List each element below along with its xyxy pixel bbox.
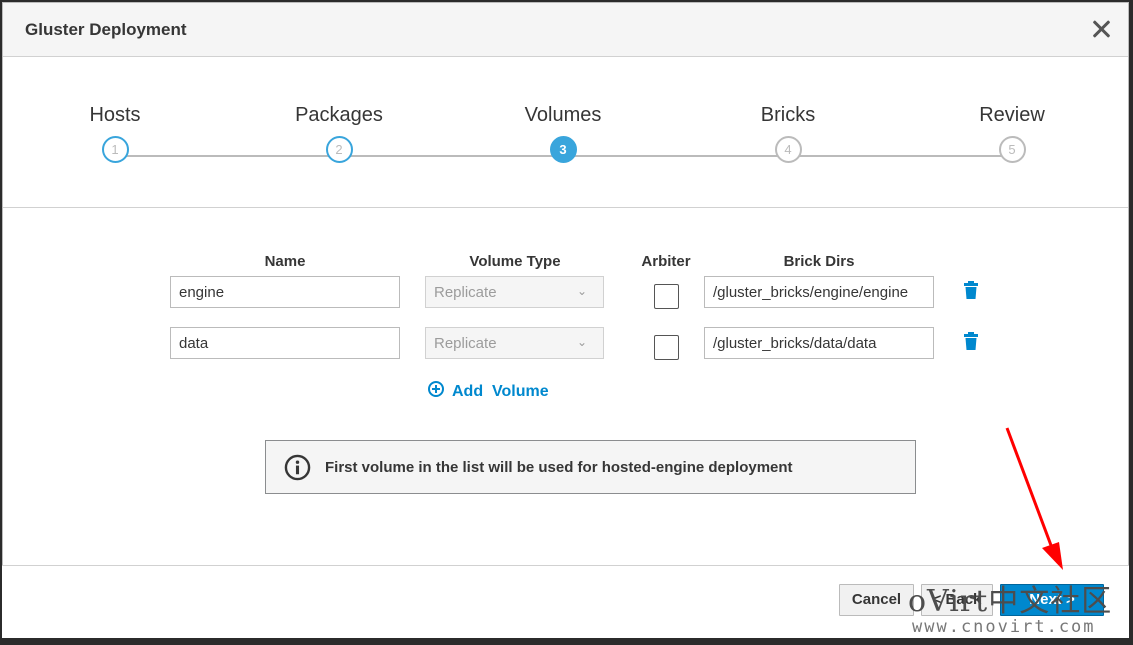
- step-hosts[interactable]: Hosts 1: [45, 57, 185, 163]
- step-number: 5: [998, 136, 1026, 163]
- step-number: 2: [325, 136, 353, 163]
- watermark-brand: oVirt中文社区: [908, 584, 1113, 619]
- dialog-title: Gluster Deployment: [25, 20, 187, 39]
- info-icon: [284, 454, 311, 481]
- volume-type-value: Replicate: [434, 284, 497, 301]
- chevron-down-icon: ⌄: [576, 335, 587, 349]
- step-number: 4: [774, 136, 802, 163]
- brick-dir-input[interactable]: /gluster_bricks/engine/engine: [704, 276, 934, 308]
- volume-name-input[interactable]: engine: [170, 276, 400, 308]
- arbiter-checkbox[interactable]: [654, 335, 679, 360]
- step-number: 1: [101, 136, 129, 163]
- trash-icon[interactable]: [964, 332, 978, 350]
- add-volume-link[interactable]: Add Volume: [428, 381, 549, 401]
- wizard-steps: Hosts 1 Packages 2 Volumes 3 Bricks 4 Re…: [3, 57, 1128, 208]
- step-label: Bricks: [760, 104, 816, 126]
- chevron-down-icon: ⌄: [576, 284, 587, 298]
- volume-name-input[interactable]: data: [170, 327, 400, 359]
- volume-type-value: Replicate: [434, 335, 497, 352]
- column-header-volume-type: Volume Type: [469, 253, 561, 270]
- arbiter-checkbox[interactable]: [654, 284, 679, 309]
- gluster-deployment-dialog: Gluster Deployment Hosts 1 Packages 2 Vo…: [2, 2, 1129, 638]
- watermark-url: www.cnovirt.com: [912, 617, 1096, 637]
- dialog-header: Gluster Deployment: [3, 3, 1128, 57]
- info-alert: First volume in the list will be used fo…: [265, 440, 916, 494]
- step-review[interactable]: Review 5: [942, 57, 1082, 163]
- close-icon[interactable]: [1090, 18, 1112, 40]
- trash-icon[interactable]: [964, 281, 978, 299]
- volume-type-select[interactable]: Replicate ⌄: [425, 276, 604, 308]
- add-volume-label: Add Volume: [452, 383, 549, 400]
- column-header-name: Name: [264, 253, 306, 270]
- step-label: Volumes: [524, 104, 602, 126]
- step-packages[interactable]: Packages 2: [269, 57, 409, 163]
- cancel-button[interactable]: Cancel: [839, 584, 914, 616]
- info-message: First volume in the list will be used fo…: [325, 459, 793, 476]
- step-label: Review: [979, 104, 1045, 126]
- step-number: 3: [549, 136, 577, 163]
- step-volumes[interactable]: Volumes 3: [493, 57, 633, 163]
- step-label: Packages: [295, 104, 383, 126]
- column-header-arbiter: Arbiter: [641, 253, 691, 270]
- step-bricks[interactable]: Bricks 4: [718, 57, 858, 163]
- step-label: Hosts: [89, 104, 141, 126]
- brick-dir-input[interactable]: /gluster_bricks/data/data: [704, 327, 934, 359]
- volume-type-select[interactable]: Replicate ⌄: [425, 327, 604, 359]
- column-header-brick-dirs: Brick Dirs: [783, 253, 855, 270]
- plus-circle-icon: [428, 381, 444, 397]
